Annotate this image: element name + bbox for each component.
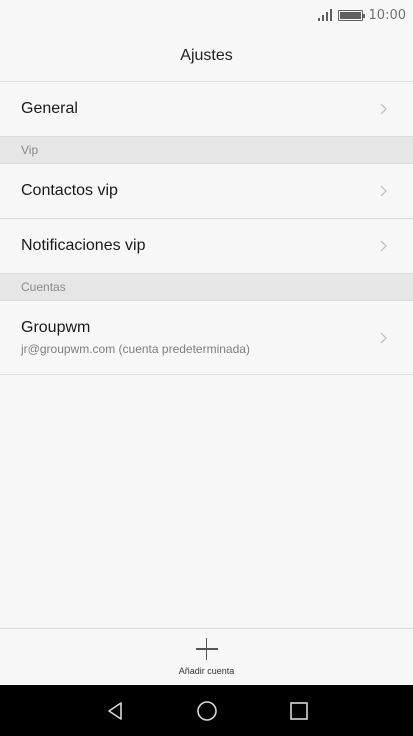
- settings-item-label: General: [21, 100, 78, 117]
- account-item-groupwm[interactable]: Groupwm jr@groupwm.com (cuenta predeterm…: [0, 301, 413, 375]
- system-nav-bar: [0, 685, 413, 736]
- chevron-right-icon: [380, 332, 387, 343]
- status-bar: 10:00: [0, 0, 413, 30]
- back-icon[interactable]: [102, 698, 128, 724]
- section-header-vip: Vip: [0, 137, 413, 164]
- recents-icon[interactable]: [286, 698, 312, 724]
- home-icon[interactable]: [194, 698, 220, 724]
- page-title: Ajustes: [180, 46, 233, 64]
- page-title-bar: Ajustes: [0, 30, 413, 82]
- account-name: Groupwm: [21, 319, 91, 336]
- status-time: 10:00: [368, 7, 406, 23]
- account-email: jr@groupwm.com (cuenta predeterminada): [21, 342, 250, 356]
- plus-icon: [195, 638, 218, 660]
- settings-item-contactos-vip[interactable]: Contactos vip: [0, 164, 413, 219]
- battery-icon: [337, 9, 365, 21]
- settings-list: General Vip Contactos vip Notificaciones…: [0, 82, 413, 375]
- signal-icon: [317, 9, 332, 21]
- section-header-cuentas: Cuentas: [0, 274, 413, 301]
- status-icons: 10:00: [317, 6, 406, 24]
- add-account-button[interactable]: Añadir cuenta: [0, 628, 413, 685]
- add-account-label: Añadir cuenta: [178, 666, 235, 676]
- settings-item-label: Notificaciones vip: [21, 237, 146, 254]
- chevron-right-icon: [380, 240, 387, 252]
- chevron-right-icon: [380, 185, 387, 197]
- settings-item-general[interactable]: General: [0, 82, 413, 137]
- settings-item-notificaciones-vip[interactable]: Notificaciones vip: [0, 219, 413, 274]
- settings-item-label: Contactos vip: [21, 182, 118, 199]
- chevron-right-icon: [380, 103, 387, 115]
